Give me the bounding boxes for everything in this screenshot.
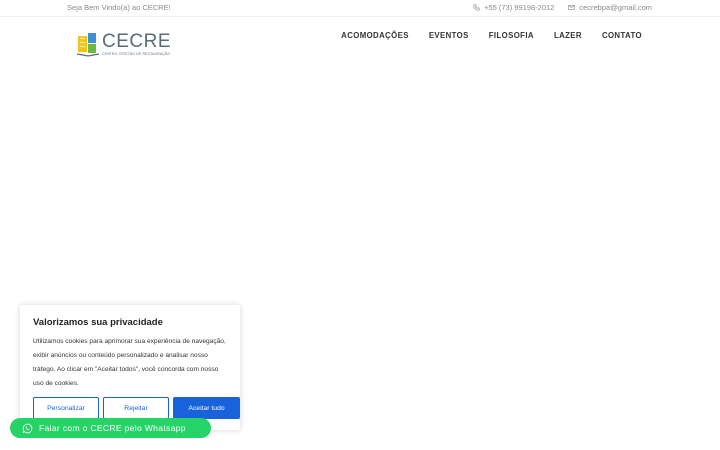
customize-button[interactable]: Personalizar xyxy=(33,397,99,419)
phone-contact[interactable]: +55 (73) 99198-2012 xyxy=(473,3,554,12)
cookie-consent-panel: Valorizamos sua privacidade Utilizamos c… xyxy=(20,305,240,430)
cookie-description: Utilizamos cookies para aprimorar sua ex… xyxy=(33,338,226,387)
whatsapp-icon xyxy=(22,423,33,433)
reject-button[interactable]: Rejeitar xyxy=(103,397,169,419)
site-logo[interactable]: CECRE CENTRO CRISTÃO DE RESTAURAÇÃO xyxy=(76,29,171,59)
whatsapp-label: Falar com o CECRE pelo Whatsapp xyxy=(39,423,186,433)
logo-emblem-icon xyxy=(76,33,100,57)
logo-subtitle: CENTRO CRISTÃO DE RESTAURAÇÃO xyxy=(102,52,171,56)
phone-icon xyxy=(473,4,480,11)
main-nav: ACOMODAÇÕES EVENTOS FILOSOFIA LAZER CONT… xyxy=(341,31,642,40)
contact-info: +55 (73) 99198-2012 cecrebpa@gmail.com xyxy=(473,3,652,12)
nav-item-eventos[interactable]: EVENTOS xyxy=(429,31,469,40)
nav-item-acomodacoes[interactable]: ACOMODAÇÕES xyxy=(341,31,409,40)
nav-item-contato[interactable]: CONTATO xyxy=(602,31,642,40)
email-address: cecrebpa@gmail.com xyxy=(579,3,652,12)
cookie-title: Valorizamos sua privacidade xyxy=(33,317,163,328)
top-bar: Seja Bem Vindo(a) ao CECRE! +55 (73) 991… xyxy=(0,0,720,17)
logo-wordmark: CECRE xyxy=(102,31,172,52)
envelope-icon xyxy=(568,5,576,10)
phone-number: +55 (73) 99198-2012 xyxy=(484,3,555,12)
welcome-text: Seja Bem Vindo(a) ao CECRE! xyxy=(67,3,171,12)
nav-item-filosofia[interactable]: FILOSOFIA xyxy=(489,31,534,40)
site-header: CECRE CENTRO CRISTÃO DE RESTAURAÇÃO ACOM… xyxy=(0,17,720,62)
email-contact[interactable]: cecrebpa@gmail.com xyxy=(568,3,652,12)
nav-item-lazer[interactable]: LAZER xyxy=(554,31,582,40)
cookie-buttons: Personalizar Rejeitar Aceitar tudo xyxy=(33,397,240,419)
accept-all-button[interactable]: Aceitar tudo xyxy=(173,397,240,419)
logo-text: CECRE CENTRO CRISTÃO DE RESTAURAÇÃO xyxy=(102,32,171,56)
whatsapp-chat-button[interactable]: Falar com o CECRE pelo Whatsapp xyxy=(10,418,211,438)
